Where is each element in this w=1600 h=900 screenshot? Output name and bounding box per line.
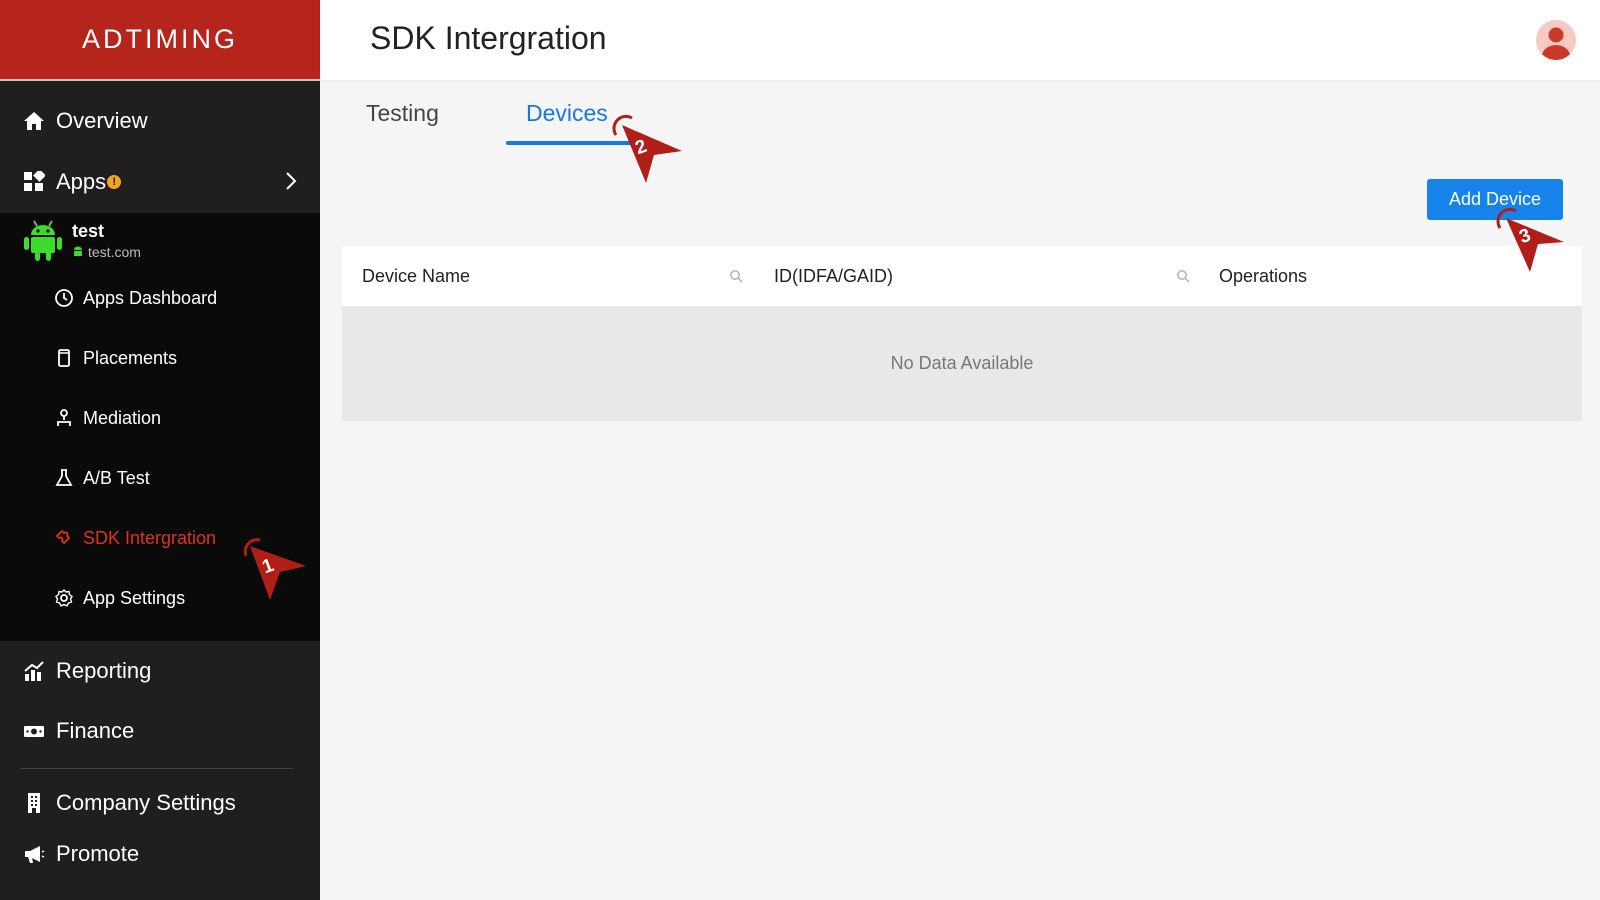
sidebar-label-sdk-integration: SDK Intergration (83, 527, 217, 548)
sidebar-label-mediation: Mediation (83, 407, 162, 428)
sidebar-item-placements[interactable]: Placements (0, 333, 320, 383)
building-icon (22, 791, 46, 815)
adtiming-logo[interactable]: ADTIMING (82, 24, 238, 55)
money-icon (22, 719, 46, 743)
chevron-right-icon[interactable] (284, 169, 298, 198)
nav-item-promote[interactable]: Promote (0, 824, 320, 884)
nav-label-promote: Promote (56, 841, 140, 866)
warning-badge-icon: ! (107, 175, 122, 189)
app-name: test (72, 221, 105, 241)
flask-icon (53, 467, 75, 489)
nav-item-overview[interactable]: Overview (0, 91, 320, 151)
sidebar-label-placements: Placements (83, 347, 178, 368)
nav-label-reporting: Reporting (56, 658, 152, 683)
app-domain-text: test.com (88, 244, 141, 260)
nav-label-company-settings: Company Settings (56, 790, 236, 815)
puzzle-icon (53, 527, 75, 549)
sidebar-label-app-settings: App Settings (83, 587, 186, 608)
app-domain: test.com (72, 244, 141, 260)
clock-icon (53, 287, 75, 309)
step-marker-1: 1 (236, 534, 310, 609)
devices-table: Device Name ID(IDFA/GAID) Operations No … (342, 246, 1582, 421)
mediation-icon (53, 407, 75, 429)
step-marker-3: 3 (1494, 206, 1568, 281)
table-header: Device Name ID(IDFA/GAID) Operations (342, 246, 1582, 306)
nav-label-finance: Finance (56, 718, 135, 743)
tab-devices[interactable]: Devices (526, 100, 608, 127)
sidebar-item-mediation[interactable]: Mediation (0, 393, 320, 443)
logo-divider (0, 79, 320, 81)
chart-icon (22, 659, 46, 683)
sidebar-item-ab-test[interactable]: A/B Test (0, 453, 320, 503)
phone-icon (53, 347, 75, 369)
top-header: SDK Intergration (320, 0, 1600, 80)
column-header-id: ID(IDFA/GAID) (774, 266, 894, 286)
gear-icon (53, 587, 75, 609)
sidebar-label-ab-test: A/B Test (83, 467, 150, 488)
sidebar-label-apps-dashboard: Apps Dashboard (83, 287, 218, 308)
page-title: SDK Intergration (370, 20, 607, 56)
nav-item-finance[interactable]: Finance (0, 701, 320, 761)
android-small-icon (72, 244, 84, 260)
table-body-empty: No Data Available (342, 306, 1582, 421)
nav-label-apps: Apps (56, 169, 107, 194)
sidebar-item-apps-dashboard[interactable]: Apps Dashboard (0, 273, 320, 323)
logo-bar: ADTIMING (0, 0, 320, 79)
device-name-search-icon[interactable] (729, 269, 743, 288)
step-marker-2: 2 (610, 113, 684, 188)
nav-item-reporting[interactable]: Reporting (0, 641, 320, 701)
id-search-icon[interactable] (1176, 269, 1190, 288)
apps-grid-icon (22, 170, 46, 194)
sidebar-divider (20, 768, 293, 769)
column-header-device-name: Device Name (362, 266, 471, 286)
tab-testing[interactable]: Testing (366, 100, 439, 127)
user-avatar-icon[interactable] (1536, 20, 1576, 60)
empty-state-text: No Data Available (890, 353, 1034, 373)
android-icon (24, 219, 62, 266)
megaphone-icon (22, 842, 46, 866)
nav-item-apps[interactable]: Apps ! (0, 152, 320, 212)
app-selector[interactable]: test test.com (24, 219, 141, 266)
column-header-operations: Operations (1219, 266, 1308, 286)
nav-label-overview: Overview (56, 108, 148, 133)
home-icon (22, 109, 46, 133)
sidebar: ADTIMING Overview Apps ! test test.com A… (0, 0, 320, 900)
